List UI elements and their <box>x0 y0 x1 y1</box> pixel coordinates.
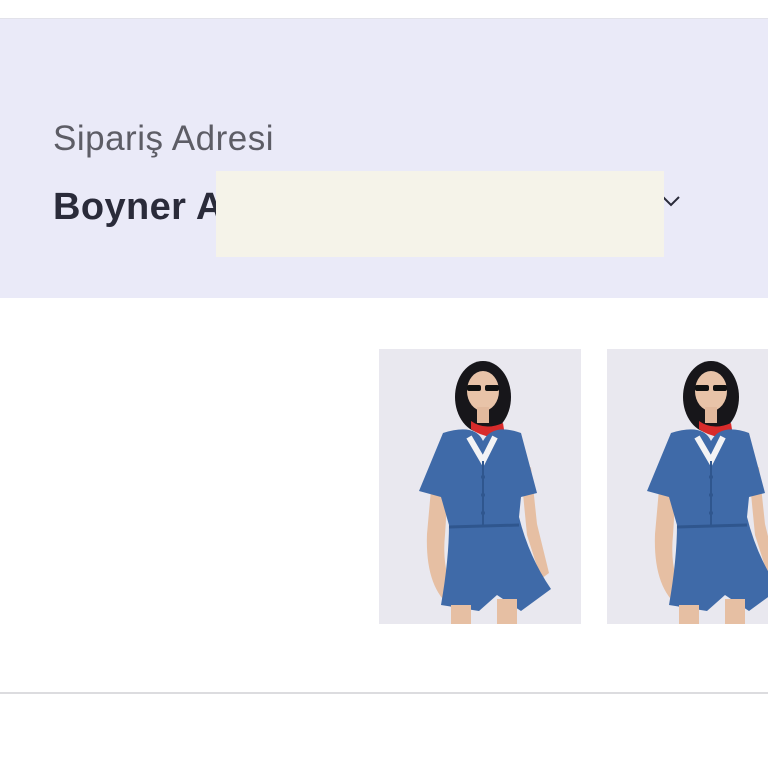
top-strip <box>0 0 768 19</box>
product-thumbnails <box>0 298 768 693</box>
order-address-panel[interactable]: Sipariş Adresi Boyner A <box>0 19 768 298</box>
product-image[interactable] <box>607 349 768 624</box>
section-divider <box>0 692 768 694</box>
selected-address: Boyner A <box>53 186 224 228</box>
address-selector[interactable]: Boyner A <box>53 171 693 257</box>
order-address-heading: Sipariş Adresi <box>53 119 274 158</box>
redacted-address-block <box>216 171 664 257</box>
product-image[interactable] <box>379 349 581 624</box>
